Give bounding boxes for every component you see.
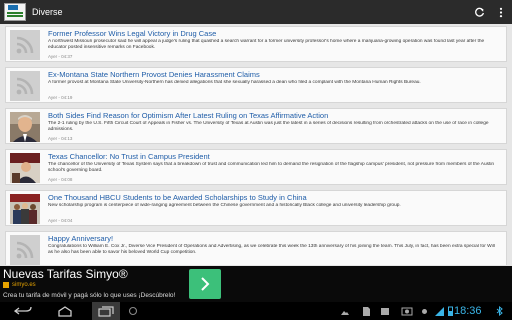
article-title[interactable]: Texas Chancellor: No Trust in Campus Pre…: [48, 152, 210, 161]
home-icon: [58, 305, 72, 317]
refresh-button[interactable]: [468, 0, 490, 24]
article-description: The 2-1 ruling by the U.S. Fifth Circuit…: [48, 121, 489, 133]
signal-indicator: [433, 302, 445, 320]
article-item[interactable]: Ex-Montana State Northern Provost Denies…: [5, 67, 507, 103]
home-button[interactable]: [50, 302, 80, 320]
status-clock[interactable]: 18:36: [454, 305, 482, 317]
ad-source[interactable]: simyo.es: [3, 282, 36, 288]
brightness-icon: [421, 308, 427, 314]
recent-apps-icon: [98, 305, 114, 317]
battery-indicator: [446, 302, 454, 320]
article-title[interactable]: Ex-Montana State Northern Provost Denies…: [48, 70, 260, 79]
gallery-notification[interactable]: [338, 302, 352, 320]
article-description: Congratulations to William E. Cox Jr., D…: [48, 244, 495, 256]
ad-title[interactable]: Nuevas Tarifas Simyo®: [3, 267, 128, 281]
article-date: Ayer - 04:04: [48, 218, 73, 223]
article-title[interactable]: Both Sides Find Reason for Optimism Afte…: [48, 111, 328, 120]
action-bar: Diverse: [0, 0, 512, 24]
ad-open-button[interactable]: [189, 269, 221, 299]
article-item[interactable]: One Thousand HBCU Students to be Awarded…: [5, 190, 507, 226]
app-logo-icon[interactable]: [4, 3, 26, 21]
article-item[interactable]: Former Professor Wins Legal Victory in D…: [5, 26, 507, 62]
rss-placeholder-icon: [10, 71, 40, 101]
article-item[interactable]: Both Sides Find Reason for Optimism Afte…: [5, 108, 507, 144]
article-item[interactable]: Texas Chancellor: No Trust in Campus Pre…: [5, 149, 507, 185]
article-date: Ayer - 04:37: [48, 54, 73, 59]
article-description: The chancellor of the University of Texa…: [48, 162, 495, 174]
storage-notification[interactable]: [360, 302, 372, 320]
screenshot-button[interactable]: [125, 302, 141, 320]
screenshot-icon: [128, 306, 138, 316]
image-icon: [341, 310, 349, 315]
rss-placeholder-icon: [10, 30, 40, 60]
refresh-icon: [474, 7, 484, 17]
more-vert-icon: [499, 7, 503, 17]
article-title[interactable]: One Thousand HBCU Students to be Awarded…: [48, 193, 307, 202]
bluetooth-icon: [496, 306, 503, 316]
ad-text: Crea tu tarifa de móvil y pagá sólo lo q…: [3, 292, 176, 299]
rss-placeholder-icon: [10, 235, 40, 265]
signal-icon: [434, 306, 444, 316]
back-icon: [14, 306, 32, 315]
download-notification[interactable]: [378, 302, 392, 320]
article-list[interactable]: Former Professor Wins Legal Victory in D…: [5, 24, 507, 265]
article-title[interactable]: Former Professor Wins Legal Victory in D…: [48, 29, 216, 38]
app-title: Diverse: [32, 7, 63, 17]
ad-source-icon: [3, 282, 9, 288]
battery-icon: [447, 306, 453, 316]
sd-card-icon: [362, 306, 370, 316]
article-description: A former provost at Montana State Univer…: [48, 80, 421, 85]
recent-apps-button[interactable]: [92, 302, 120, 320]
brightness-notification[interactable]: [418, 302, 430, 320]
article-description: A northwest Missouri prosecutor said he …: [48, 39, 485, 51]
article-thumbnail-group: [10, 194, 40, 224]
article-item[interactable]: Happy Anniversary! Congratulations to Wi…: [5, 231, 507, 265]
download-icon: [381, 307, 389, 315]
article-date: Ayer - 04:19: [48, 95, 73, 100]
screenshot-notification[interactable]: [398, 302, 416, 320]
article-date: Ayer - 04:13: [48, 136, 73, 141]
system-nav-bar: 18:36: [0, 302, 512, 320]
ad-banner[interactable]: Nuevas Tarifas Simyo® simyo.es Crea tu t…: [0, 266, 512, 302]
article-thumbnail-event: [10, 153, 40, 183]
photo-icon: [401, 307, 413, 315]
status-settings[interactable]: [492, 302, 506, 320]
article-title[interactable]: Happy Anniversary!: [48, 234, 113, 243]
article-thumbnail-portrait: [10, 112, 40, 142]
article-description: New scholarship program is centerpiece o…: [48, 203, 401, 208]
article-date: Ayer - 04:08: [48, 177, 73, 182]
chevron-right-icon: [201, 277, 210, 291]
ad-source-label: simyo.es: [12, 282, 36, 288]
back-button[interactable]: [8, 302, 38, 320]
overflow-menu-button[interactable]: [490, 0, 512, 24]
